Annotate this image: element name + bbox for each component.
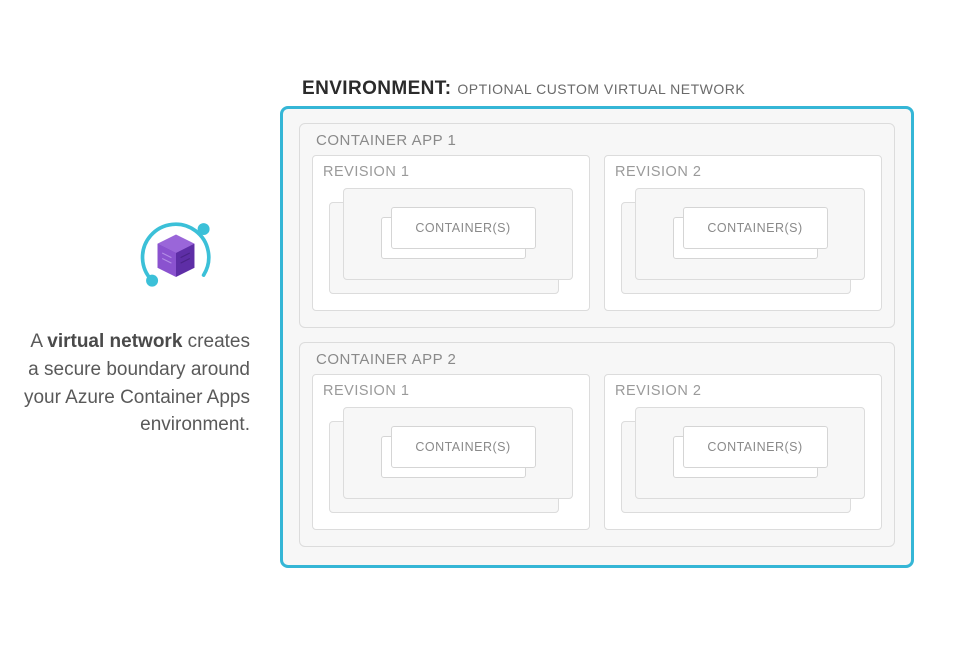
revision-title: REVISION 1 <box>323 164 579 180</box>
environment-subtitle: OPTIONAL CUSTOM VIRTUAL NETWORK <box>457 81 745 97</box>
revision-row: REVISION 1 CONTAINER(S) <box>312 374 882 530</box>
environment-label: ENVIRONMENT: <box>302 78 451 100</box>
replica-box-front: CONTAINER(S) <box>343 188 573 280</box>
app-title: CONTAINER APP 2 <box>312 351 882 368</box>
container-box-front: CONTAINER(S) <box>683 426 828 468</box>
container-box-front: CONTAINER(S) <box>683 207 828 249</box>
container-stack: CONTAINER(S) <box>381 207 536 261</box>
revision-row: REVISION 1 CONTAINER(S) <box>312 155 882 311</box>
revision-title: REVISION 1 <box>323 383 579 399</box>
replica-box-front: CONTAINER(S) <box>635 188 865 280</box>
revision-box-2: REVISION 2 CONTAINER(S) <box>604 374 882 530</box>
container-box-front: CONTAINER(S) <box>391 207 536 249</box>
container-stack: CONTAINER(S) <box>673 207 828 261</box>
environment-header: ENVIRONMENT: OPTIONAL CUSTOM VIRTUAL NET… <box>280 78 914 100</box>
environment-section: ENVIRONMENT: OPTIONAL CUSTOM VIRTUAL NET… <box>280 78 914 568</box>
replica-stack: CONTAINER(S) <box>621 407 865 515</box>
container-box-front: CONTAINER(S) <box>391 426 536 468</box>
container-stack: CONTAINER(S) <box>381 426 536 480</box>
container-app-1: CONTAINER APP 1 REVISION 1 CONTAINER(S) <box>299 123 895 328</box>
app-title: CONTAINER APP 1 <box>312 132 882 149</box>
container-stack: CONTAINER(S) <box>673 426 828 480</box>
description-text: A virtual network creates a secure bound… <box>20 328 250 438</box>
revision-box-1: REVISION 1 CONTAINER(S) <box>312 374 590 530</box>
virtual-network-icon <box>130 207 250 304</box>
desc-bold: virtual network <box>47 331 182 352</box>
replica-box-front: CONTAINER(S) <box>343 407 573 499</box>
desc-prefix: A <box>30 331 47 352</box>
revision-title: REVISION 2 <box>615 383 871 399</box>
replica-box-front: CONTAINER(S) <box>635 407 865 499</box>
container-app-2: CONTAINER APP 2 REVISION 1 CONTAINER(S) <box>299 342 895 547</box>
diagram-root: A virtual network creates a secure bound… <box>0 0 954 646</box>
revision-box-2: REVISION 2 CONTAINER(S) <box>604 155 882 311</box>
left-column: A virtual network creates a secure bound… <box>20 207 280 438</box>
revision-box-1: REVISION 1 CONTAINER(S) <box>312 155 590 311</box>
revision-title: REVISION 2 <box>615 164 871 180</box>
environment-box: CONTAINER APP 1 REVISION 1 CONTAINER(S) <box>280 106 914 568</box>
replica-stack: CONTAINER(S) <box>329 407 573 515</box>
replica-stack: CONTAINER(S) <box>329 188 573 296</box>
replica-stack: CONTAINER(S) <box>621 188 865 296</box>
